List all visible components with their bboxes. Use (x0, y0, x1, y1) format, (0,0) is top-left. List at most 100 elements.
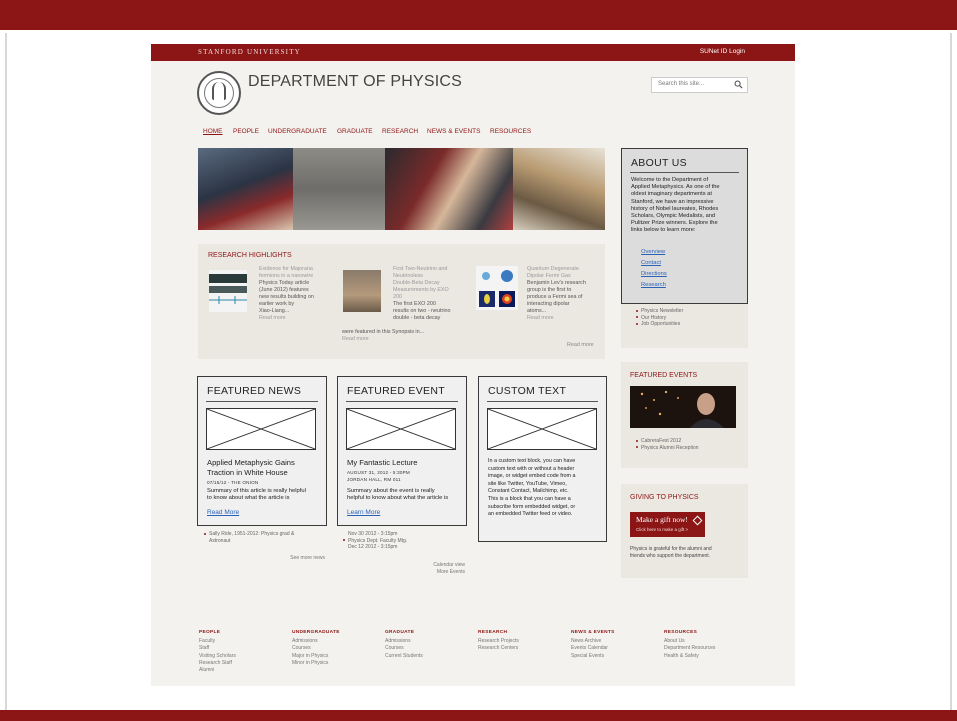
footer-link[interactable]: Research Projects (478, 638, 568, 645)
nav-undergraduate[interactable]: UNDERGRADUATE (268, 128, 327, 135)
highlight-thumb-1[interactable] (209, 270, 247, 312)
nav-news-events[interactable]: NEWS & EVENTS (427, 128, 480, 135)
highlight-text-2[interactable]: First Two-Neutrino and Neutrinoless Doub… (393, 266, 468, 322)
highlights-read-more-link[interactable]: Read more (567, 342, 594, 348)
news-list[interactable]: Sally Ride, 1951-2012: Physics grad & As… (204, 531, 294, 544)
footer-link[interactable]: Research Centers (478, 645, 568, 652)
footer-link[interactable]: Research Staff (199, 660, 289, 667)
featured-news-read-more-link[interactable]: Read More (207, 509, 239, 516)
footer-col-research: RESEARCH Research Projects Research Cent… (478, 630, 568, 653)
footer-link[interactable]: Courses (292, 645, 382, 652)
featured-news-image-placeholder[interactable] (206, 408, 316, 450)
featured-event-headline[interactable]: My Fantastic Lecture (347, 458, 417, 468)
search-input[interactable]: Search this site... (651, 77, 748, 93)
university-bar: STANFORD UNIVERSITY SUNet ID Login (151, 44, 795, 61)
featured-news-rule (206, 401, 318, 402)
university-name[interactable]: STANFORD UNIVERSITY (198, 48, 301, 56)
footer-col-resources: RESOURCES About Us Department Resources … (664, 630, 754, 660)
footer-link[interactable]: Special Events (571, 653, 661, 660)
featured-news-meta: 07/15/12 - THE ONION (207, 480, 259, 485)
highlight-thumb-2[interactable] (343, 270, 381, 312)
highlight-text-3[interactable]: Quantum Degenerate Dipolar Fermi Gas Ben… (527, 266, 599, 322)
about-link-overview[interactable]: Overview (641, 249, 665, 255)
highlight-text-1[interactable]: Evidence for Majorana fermions in a nano… (259, 266, 329, 322)
search-placeholder: Search this site... (658, 81, 705, 87)
hero-photo-graduates (385, 148, 513, 230)
hero-photo-students (198, 148, 293, 230)
custom-text-body: In a custom text block, you can have cus… (488, 458, 576, 518)
see-more-news-link[interactable]: See more news (277, 555, 325, 561)
search-icon[interactable] (734, 80, 743, 89)
nav-graduate[interactable]: GRADUATE (337, 128, 373, 135)
giving-title: GIVING TO PHYSICS (630, 494, 699, 501)
custom-text-image-placeholder[interactable] (487, 408, 597, 450)
department-title[interactable]: DEPARTMENT OF PHYSICS (248, 73, 462, 91)
featured-event-rule (346, 401, 458, 402)
custom-text-block: CUSTOM TEXT In a custom text block, you … (478, 376, 607, 542)
featured-event-title: FEATURED EVENT (347, 385, 445, 397)
giving-text: Physics is grateful for the alumni and f… (630, 546, 712, 559)
site-footer: PEOPLE Faculty Staff Visiting Scholars R… (151, 624, 795, 686)
nav-people[interactable]: PEOPLE (233, 128, 259, 135)
footer-link[interactable]: Minor in Physics (292, 660, 382, 667)
about-us-rule (630, 172, 739, 173)
highlight-thumb-3[interactable] (476, 266, 518, 310)
slide-header-bar (0, 0, 957, 33)
stanford-seal-logo[interactable] (197, 71, 241, 115)
footer-link[interactable]: Admissions (292, 638, 382, 645)
login-link[interactable]: SUNet ID Login (700, 48, 745, 55)
footer-link[interactable]: Current Students (385, 653, 475, 660)
footer-link[interactable]: About Us (664, 638, 754, 645)
about-us-title: ABOUT US (631, 157, 687, 169)
diamond-icon (692, 515, 703, 526)
footer-link[interactable]: Admissions (385, 638, 475, 645)
footer-link[interactable]: Courses (385, 645, 475, 652)
research-highlights-title: RESEARCH HIGHLIGHTS (208, 252, 292, 259)
footer-link[interactable]: Major in Physics (292, 653, 382, 660)
more-events-link[interactable]: More Events (413, 569, 465, 576)
nav-resources[interactable]: RESOURCES (490, 128, 531, 135)
footer-link[interactable]: Visiting Scholars (199, 653, 289, 660)
hero-photo-plaque (293, 148, 385, 230)
hero-photo-banner[interactable] (198, 148, 605, 230)
featured-event-summary: Summary about the event is really helpfu… (347, 488, 449, 502)
featured-news-title: FEATURED NEWS (207, 385, 302, 397)
nav-research[interactable]: RESEARCH (382, 128, 418, 135)
footer-col-undergraduate: UNDERGRADUATE Admissions Courses Major i… (292, 630, 382, 667)
about-link-research[interactable]: Research (641, 282, 666, 288)
footer-link[interactable]: News Archive (571, 638, 661, 645)
about-link-directions[interactable]: Directions (641, 271, 667, 277)
hero-photo-lab (513, 148, 605, 230)
about-link-contact[interactable]: Contact (641, 260, 661, 266)
footer-link[interactable]: Health & Safety (664, 653, 754, 660)
nav-home[interactable]: HOME (203, 128, 223, 135)
featured-events-title: FEATURED EVENTS (630, 372, 698, 379)
footer-link[interactable]: Alumni (199, 667, 289, 674)
featured-events-list[interactable]: CabreraFest 2012 Physics Alumni Receptio… (636, 438, 699, 451)
slide-footer-bar (0, 710, 957, 721)
footer-link[interactable]: Department Resources (664, 645, 754, 652)
footer-link[interactable]: Faculty (199, 638, 289, 645)
calendar-links[interactable]: Calendar view More Events (413, 562, 465, 575)
about-us-body: Welcome to the Department of Applied Met… (631, 177, 720, 234)
featured-event-learn-more-link[interactable]: Learn More (347, 509, 380, 516)
featured-event-block: FEATURED EVENT My Fantastic Lecture AUGU… (337, 376, 467, 526)
gift-button-sublabel: Click here to make a gift > (636, 527, 689, 532)
featured-event-image-placeholder[interactable] (346, 408, 456, 450)
featured-events-photo[interactable] (630, 386, 736, 428)
footer-link[interactable]: Staff (199, 645, 289, 652)
footer-link[interactable]: Events Calendar (571, 645, 661, 652)
featured-event-meta: AUGUST 31, 2012 - 5:30PM JORDAN HALL, RM… (347, 470, 410, 482)
featured-news-headline[interactable]: Applied Metaphysic Gains Traction in Whi… (207, 458, 295, 478)
about-extra-list[interactable]: Physics Newsletter Our History Job Oppor… (636, 308, 683, 328)
custom-text-title: CUSTOM TEXT (488, 385, 567, 397)
featured-news-summary: Summary of this article is really helpfu… (207, 488, 306, 502)
research-highlights-panel: RESEARCH HIGHLIGHTS Evidence for Majoran… (198, 244, 605, 359)
make-gift-button[interactable]: Make a gift now! Click here to make a gi… (630, 512, 705, 537)
tree-icon (212, 82, 226, 100)
footer-col-people: PEOPLE Faculty Staff Visiting Scholars R… (199, 630, 289, 674)
calendar-view-link[interactable]: Calendar view (413, 562, 465, 569)
event-list[interactable]: Nov 30 2012 - 3:15pm Physics Dept. Facul… (343, 531, 407, 551)
website-mockup: STANFORD UNIVERSITY SUNet ID Login DEPAR… (151, 44, 795, 686)
footer-col-graduate: GRADUATE Admissions Courses Current Stud… (385, 630, 475, 660)
